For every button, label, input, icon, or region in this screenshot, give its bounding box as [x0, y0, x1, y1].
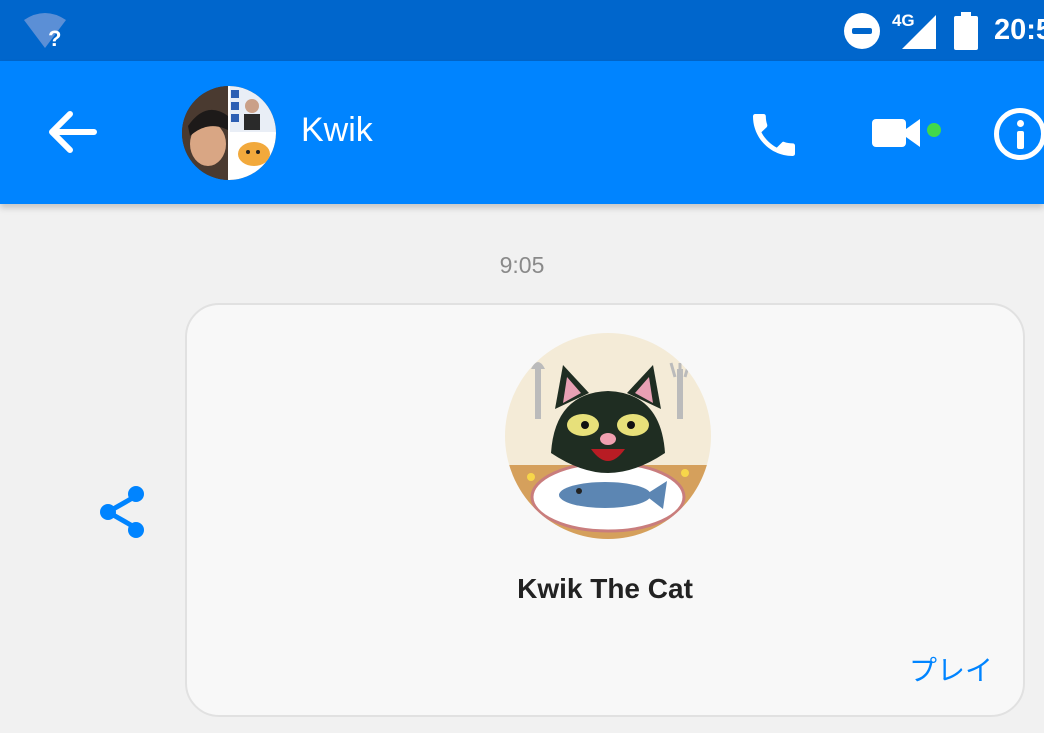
status-time: 20:5	[993, 14, 1044, 46]
online-status-dot	[927, 123, 941, 137]
info-button[interactable]	[994, 108, 1044, 160]
contact-name[interactable]: Kwik	[301, 111, 373, 150]
share-button[interactable]	[96, 484, 152, 540]
voice-call-button[interactable]	[746, 107, 802, 163]
instant-game-card[interactable]: Kwik The Cat プレイ	[185, 303, 1025, 717]
avatar[interactable]	[182, 86, 276, 180]
do-not-disturb-icon	[843, 12, 880, 49]
wifi-unknown-icon: ?	[22, 12, 68, 51]
wifi-unknown-mark: ?	[48, 26, 61, 50]
share-icon	[100, 486, 144, 538]
cell-signal-icon: 4G	[892, 11, 936, 51]
phone-icon	[753, 114, 795, 156]
conversation-header: Kwik	[0, 61, 1044, 204]
status-bar: ? 4G 20:5	[0, 0, 1044, 61]
video-camera-icon	[872, 119, 920, 147]
message-timestamp: 9:05	[499, 252, 545, 278]
game-title: Kwik The Cat	[517, 573, 693, 604]
play-button[interactable]: プレイ	[909, 649, 993, 689]
game-icon	[505, 333, 711, 539]
back-arrow-icon	[49, 111, 97, 153]
back-button[interactable]	[46, 108, 100, 156]
battery-icon	[953, 11, 978, 50]
video-call-button[interactable]	[868, 111, 928, 155]
